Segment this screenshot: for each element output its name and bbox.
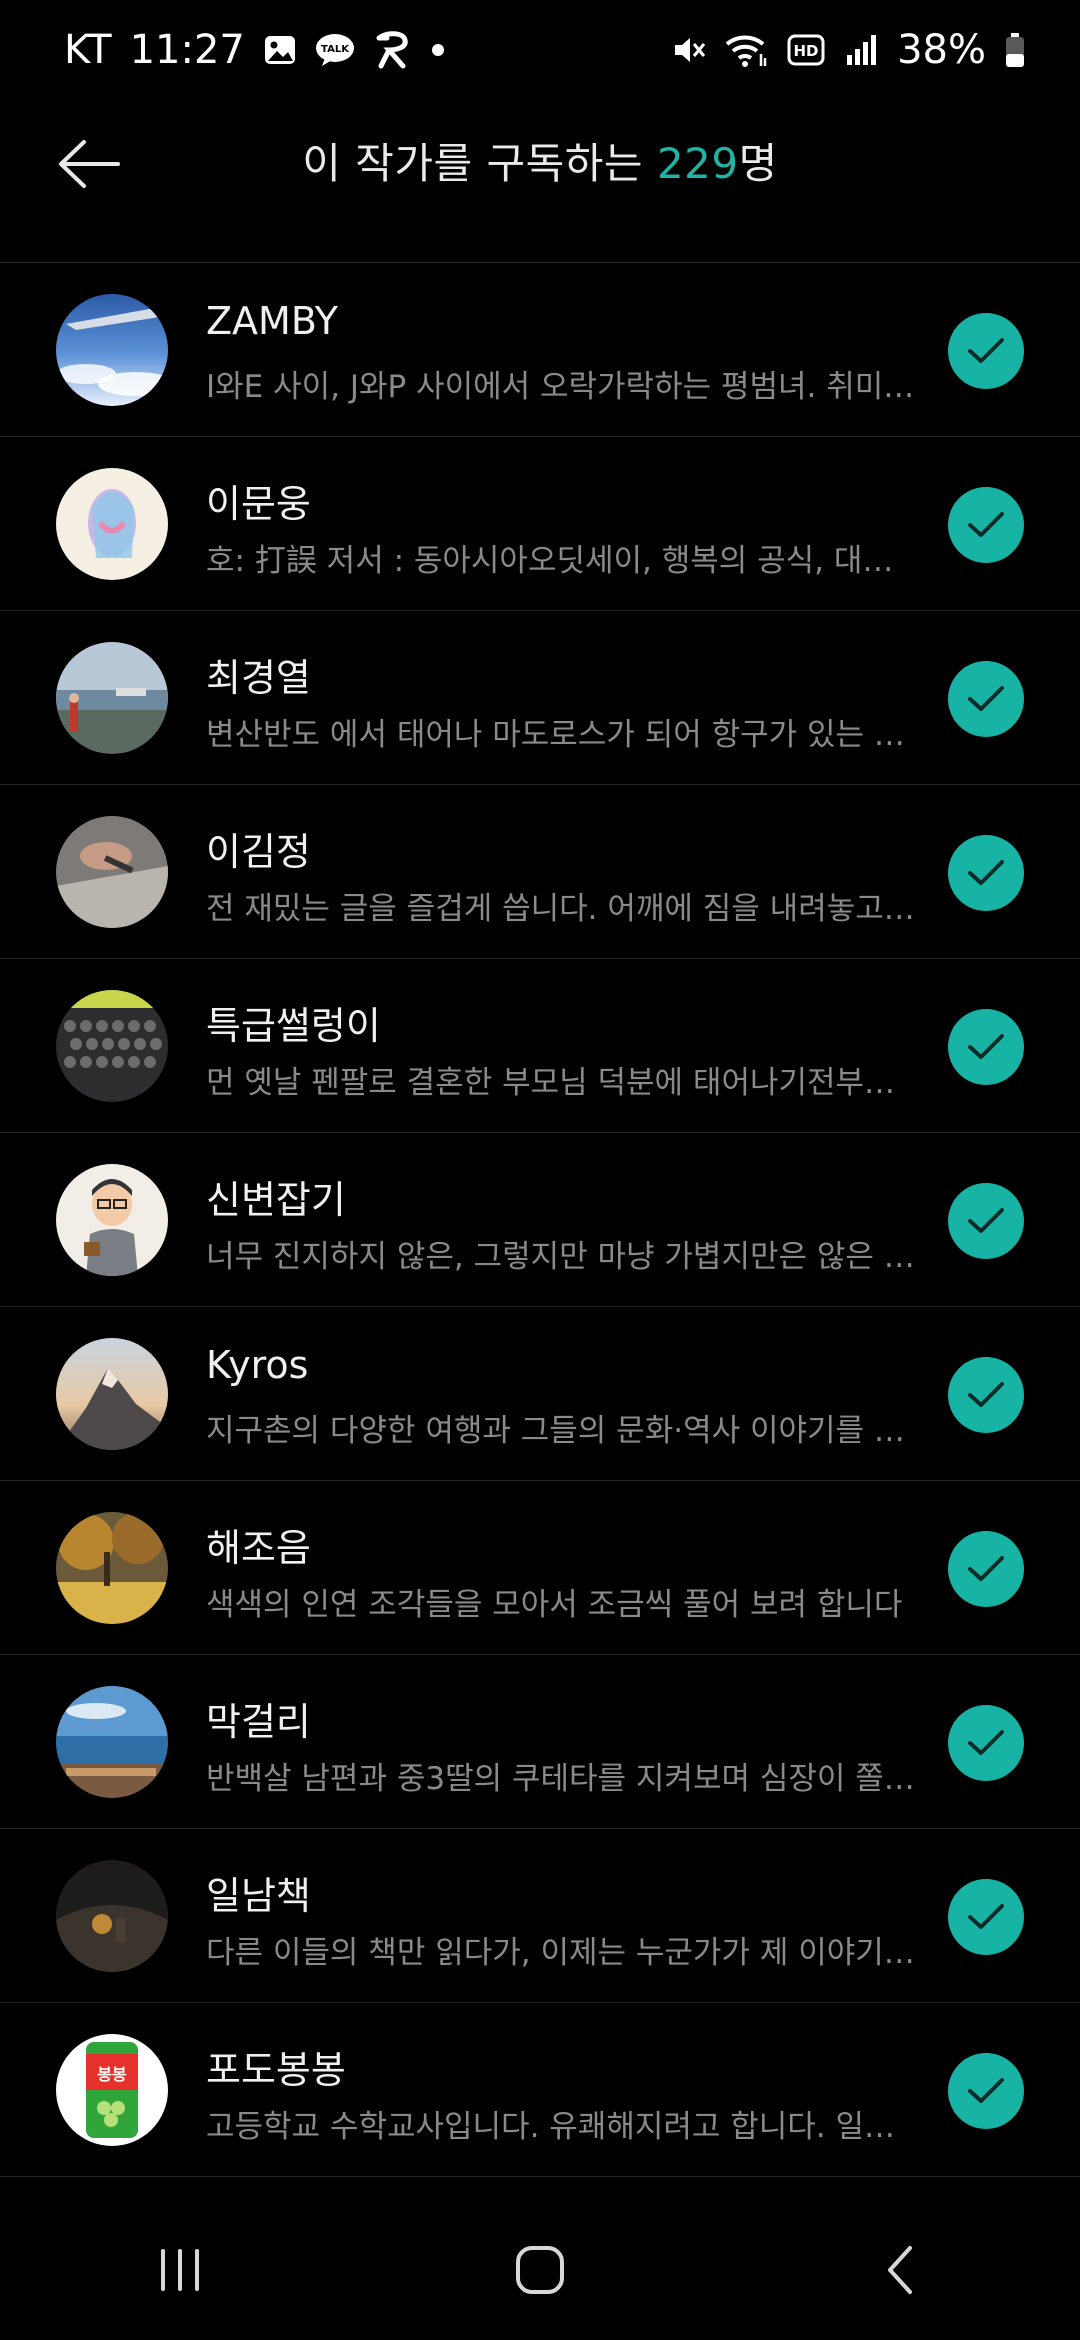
subscriber-name: 포도봉봉 <box>206 2048 346 2092</box>
subscriber-description: 반백살 남편과 중3딸의 쿠테타를 지켜보며 심장이 쫄깃해지는 <box>206 1761 916 1797</box>
list-item[interactable]: 이김정 전 재밌는 글을 즐겁게 씁니다. 어깨에 짐을 내려놓고 가볍게 <box>0 785 1080 959</box>
check-icon <box>968 1034 1004 1059</box>
status-bar-left: KT 11:27 TALK <box>64 27 445 73</box>
subscribed-toggle[interactable] <box>948 313 1024 389</box>
hd-icon: HD <box>787 33 827 67</box>
subscriber-description: 색색의 인연 조각들을 모아서 조금씩 풀어 보려 합니다 <box>206 1587 903 1623</box>
subscriber-description: 전 재밌는 글을 즐겁게 씁니다. 어깨에 짐을 내려놓고 가볍게 <box>206 891 916 927</box>
system-nav-bar <box>0 2200 1080 2340</box>
subscribed-toggle[interactable] <box>948 835 1024 911</box>
can-label: 봉봉 <box>97 2065 127 2084</box>
avatar[interactable] <box>56 642 168 754</box>
list-item[interactable]: 최경열 변산반도 에서 태어나 마도로스가 되어 항구가 있는 세상을 떠돌다 <box>0 611 1080 785</box>
subscriber-name: 막걸리 <box>206 1700 311 1744</box>
check-icon <box>968 1556 1004 1581</box>
carrier-label: KT <box>64 27 112 73</box>
app-header: 이 작가를 구독하는 229명 <box>0 100 1080 263</box>
subscribed-toggle[interactable] <box>948 487 1024 563</box>
mute-icon <box>671 32 707 68</box>
list-item[interactable]: 막걸리 반백살 남편과 중3딸의 쿠테타를 지켜보며 심장이 쫄깃해지는 <box>0 1655 1080 1829</box>
avatar[interactable] <box>56 816 168 928</box>
subscriber-description: 고등학교 수학교사입니다. 유쾌해지려고 합니다. 일상의 기록 <box>206 2109 916 2145</box>
recent-apps-button[interactable] <box>120 2210 240 2330</box>
avatar[interactable] <box>56 990 168 1102</box>
list-item[interactable]: 일남책 다른 이들의 책만 읽다가, 이제는 누군가가 제 이야기를 읽기를 <box>0 1829 1080 2003</box>
check-icon <box>968 512 1004 537</box>
subscriber-count: 229 <box>656 139 739 188</box>
dot-icon <box>431 43 445 57</box>
title-suffix: 명 <box>738 139 778 188</box>
subscriber-name: ZAMBY <box>206 299 339 343</box>
subscribed-toggle[interactable] <box>948 1009 1024 1085</box>
subscribed-toggle[interactable] <box>948 1705 1024 1781</box>
back-nav-button[interactable] <box>840 2210 960 2330</box>
avatar[interactable]: 봉봉 <box>56 2034 168 2146</box>
home-icon <box>516 2246 564 2294</box>
subscriber-description: 변산반도 에서 태어나 마도로스가 되어 항구가 있는 세상을 떠돌다 <box>206 717 916 753</box>
subscriber-name: 신변잡기 <box>206 1178 346 1222</box>
svg-text:TALK: TALK <box>321 44 350 55</box>
list-item[interactable]: ZAMBY I와E 사이, J와P 사이에서 오락가락하는 평범녀. 취미는 여… <box>0 263 1080 437</box>
subscriber-description: 지구촌의 다양한 여행과 그들의 문화·역사 이야기를 들려드립니다 <box>206 1413 916 1449</box>
avatar[interactable] <box>56 468 168 580</box>
check-icon <box>968 2078 1004 2103</box>
list-item[interactable]: 신변잡기 너무 진지하지 않은, 그렇지만 마냥 가볍지만은 않은 이야기 <box>0 1133 1080 1307</box>
list-item[interactable]: Kyros 지구촌의 다양한 여행과 그들의 문화·역사 이야기를 들려드립니다 <box>0 1307 1080 1481</box>
battery-percent: 38% <box>897 27 986 73</box>
check-icon <box>968 860 1004 885</box>
check-icon <box>968 1208 1004 1233</box>
list-item[interactable]: 해조음 색색의 인연 조각들을 모아서 조금씩 풀어 보려 합니다 <box>0 1481 1080 1655</box>
subscriber-name: 해조음 <box>206 1526 311 1570</box>
check-icon <box>968 686 1004 711</box>
subscriber-name: 이김정 <box>206 830 311 874</box>
subscriber-list: ZAMBY I와E 사이, J와P 사이에서 오락가락하는 평범녀. 취미는 여… <box>0 263 1080 2177</box>
subscriber-description: 먼 옛날 펜팔로 결혼한 부모님 덕분에 태어나기전부터 글과 인연 <box>206 1065 916 1101</box>
signal-icon <box>845 33 879 67</box>
check-icon <box>968 338 1004 363</box>
app-r-icon <box>373 30 413 70</box>
list-item[interactable]: 이문웅 호: 打誤 저서 : 동아시아오딧세이, 행복의 공식, 대한민국 이야… <box>0 437 1080 611</box>
check-icon <box>968 1382 1004 1407</box>
subscribed-toggle[interactable] <box>948 1357 1024 1433</box>
list-item[interactable]: 봉봉 포도봉봉 고등학교 수학교사입니다. 유쾌해지려고 합니다. 일상의 기록 <box>0 2003 1080 2177</box>
avatar[interactable] <box>56 1338 168 1450</box>
back-nav-icon <box>888 2246 912 2294</box>
subscriber-description: I와E 사이, J와P 사이에서 오락가락하는 평범녀. 취미는 여행과 글쓰기 <box>206 369 916 405</box>
subscriber-name: 최경열 <box>206 656 311 700</box>
battery-icon <box>1004 32 1026 68</box>
check-icon <box>968 1904 1004 1929</box>
avatar[interactable] <box>56 1164 168 1276</box>
status-bar-right: HD 38% <box>671 27 1026 73</box>
subscriber-name: 이문웅 <box>206 482 311 526</box>
subscribed-toggle[interactable] <box>948 1531 1024 1607</box>
subscribed-toggle[interactable] <box>948 661 1024 737</box>
home-button[interactable] <box>480 2210 600 2330</box>
subscriber-name: 특급썰렁이 <box>206 1004 381 1048</box>
avatar[interactable] <box>56 294 168 406</box>
avatar[interactable] <box>56 1512 168 1624</box>
avatar[interactable] <box>56 1860 168 1972</box>
list-item[interactable]: 특급썰렁이 먼 옛날 펜팔로 결혼한 부모님 덕분에 태어나기전부터 글과 인연 <box>0 959 1080 1133</box>
page-title: 이 작가를 구독하는 229명 <box>0 130 1080 191</box>
subscribed-toggle[interactable] <box>948 1183 1024 1259</box>
subscribed-toggle[interactable] <box>948 1879 1024 1955</box>
status-bar: KT 11:27 TALK HD 38% <box>0 0 1080 100</box>
svg-text:HD: HD <box>794 42 819 60</box>
subscribed-toggle[interactable] <box>948 2053 1024 2129</box>
subscriber-name: 일남책 <box>206 1874 311 1918</box>
talk-icon: TALK <box>315 33 355 67</box>
subscriber-name: Kyros <box>206 1343 309 1387</box>
wifi-icon <box>725 32 769 68</box>
title-prefix: 이 작가를 구독하는 <box>302 139 657 188</box>
gallery-icon <box>263 33 297 67</box>
avatar[interactable] <box>56 1686 168 1798</box>
subscriber-description: 다른 이들의 책만 읽다가, 이제는 누군가가 제 이야기를 읽기를 <box>206 1935 916 1971</box>
subscriber-description: 호: 打誤 저서 : 동아시아오딧세이, 행복의 공식, 대한민국 이야기 <box>206 543 916 579</box>
check-icon <box>968 1730 1004 1755</box>
recent-apps-icon <box>161 2249 199 2291</box>
subscriber-description: 너무 진지하지 않은, 그렇지만 마냥 가볍지만은 않은 이야기 <box>206 1239 916 1275</box>
clock: 11:27 <box>129 27 245 73</box>
